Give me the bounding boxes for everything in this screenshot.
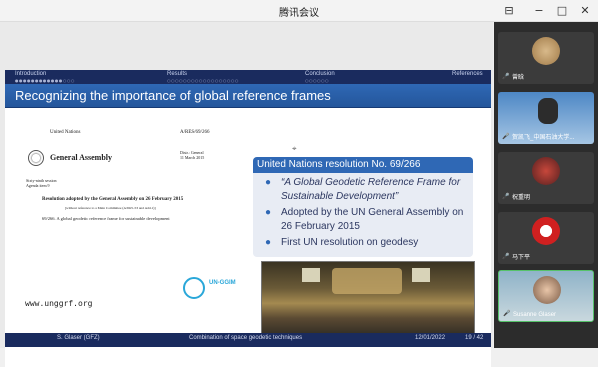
progress-dots: ●●●●●●●●●●●●○○○ <box>15 78 75 83</box>
un-emblem-icon <box>28 150 44 166</box>
bullet-icon: ● <box>265 237 272 248</box>
participant-tile[interactable]: 🎤 马下平 <box>498 212 594 264</box>
ggim-logo-icon <box>183 277 205 299</box>
title-bar: 腾讯会议 ⊟ − □ ✕ <box>0 0 598 22</box>
slide-title: Recognizing the importance of global ref… <box>15 88 331 103</box>
minimize-icon[interactable]: − <box>530 2 548 20</box>
participant-name: 曾晗 <box>512 75 525 81</box>
un-resolution-document: United Nations A/RES/69/266 General Asse… <box>20 130 220 250</box>
nav-results: Results <box>167 71 188 77</box>
close-icon[interactable]: ✕ <box>576 2 594 20</box>
cursor-icon: ⌖ <box>292 144 297 153</box>
avatar <box>532 157 560 185</box>
maximize-icon[interactable]: □ <box>553 2 571 20</box>
doc-without-ref: [without reference to a Main Committee (… <box>65 206 156 210</box>
resolution-bullet: Adopted by the UN General Assembly on 26… <box>281 207 464 232</box>
doc-ref: A/RES/69/266 <box>180 130 210 135</box>
participant-panel[interactable]: 🎤 曾晗 🎤 贺凯飞_中国石油大学... 🎤 祝重明 🎤 马下平 🎤 Susan… <box>494 22 598 348</box>
tile-view-icon[interactable]: ⊟ <box>500 2 518 20</box>
progress-dots: ○○○○○○ <box>305 78 329 83</box>
slide-nav-bar: Introduction Results Conclusion Referenc… <box>5 70 491 84</box>
mic-icon: 🎤 <box>502 194 510 200</box>
progress-dots: ○○○○○○○○○○○○○○○○○○ <box>167 78 239 83</box>
avatar <box>532 37 560 65</box>
footer-author: S. Glaser (GFZ) <box>57 335 100 341</box>
slide-title-bar: Recognizing the importance of global ref… <box>5 84 491 108</box>
resolution-bullet: “A Global Geodetic Reference Frame for S… <box>281 177 461 202</box>
resolution-box-header: United Nations resolution No. 69/266 <box>253 157 473 173</box>
participant-tile[interactable]: 🎤 祝重明 <box>498 152 594 204</box>
participant-tile[interactable]: 🎤 贺凯飞_中国石油大学... <box>498 92 594 144</box>
nav-conclusion: Conclusion <box>305 71 335 77</box>
doc-org: United Nations <box>50 130 81 135</box>
participant-tile[interactable]: 🎤 曾晗 <box>498 32 594 84</box>
mic-icon: 🎤 <box>502 134 510 140</box>
avatar <box>532 217 560 245</box>
doc-item: 69/266. A global geodetic reference fram… <box>42 216 170 221</box>
mic-icon: 🎤 <box>503 311 511 317</box>
mic-icon: 🎤 <box>502 74 510 80</box>
doc-resolution-line: Resolution adopted by the General Assemb… <box>42 197 184 202</box>
resolution-bullet: First UN resolution on geodesy <box>281 237 419 248</box>
nav-introduction: Introduction <box>15 71 47 77</box>
bullet-icon: ● <box>265 207 272 218</box>
bullet-icon: ● <box>265 177 272 188</box>
photo-screen <box>302 268 320 282</box>
footer-date: 12/01/2022 <box>415 335 446 341</box>
slide-footer: S. Glaser (GFZ) Combination of space geo… <box>5 333 491 347</box>
participant-name: 马下平 <box>512 255 531 261</box>
ggim-label: UN-GGIM <box>209 280 236 286</box>
doc-session: Sixty-ninth session Agenda item 9 <box>26 178 57 188</box>
photo-screen <box>412 268 430 282</box>
footer-talk: Combination of space geodetic techniques <box>189 335 303 341</box>
resolution-box: United Nations resolution No. 69/266 ● “… <box>253 157 473 257</box>
participant-name: 祝重明 <box>512 195 531 201</box>
nav-references: References <box>452 71 483 77</box>
doc-body: General Assembly <box>50 153 112 162</box>
participant-name: Susanne Glaser <box>513 312 557 318</box>
footer-page: 19 / 42 <box>465 335 484 341</box>
avatar <box>538 98 558 124</box>
photo-stage <box>332 268 402 294</box>
participant-tile-active[interactable]: 🎤 Susanne Glaser <box>498 270 594 322</box>
mic-icon: 🎤 <box>502 254 510 260</box>
slide-url: www.unggrf.org <box>25 299 93 308</box>
un-assembly-photo <box>261 261 475 338</box>
shared-screen-area: Introduction Results Conclusion Referenc… <box>0 22 493 367</box>
avatar <box>533 276 561 304</box>
participant-name: 贺凯飞_中国石油大学... <box>512 135 575 141</box>
resolution-heading: United Nations resolution No. 69/266 <box>257 159 421 170</box>
doc-dist: Distr.: General 11 March 2015 <box>180 150 205 160</box>
